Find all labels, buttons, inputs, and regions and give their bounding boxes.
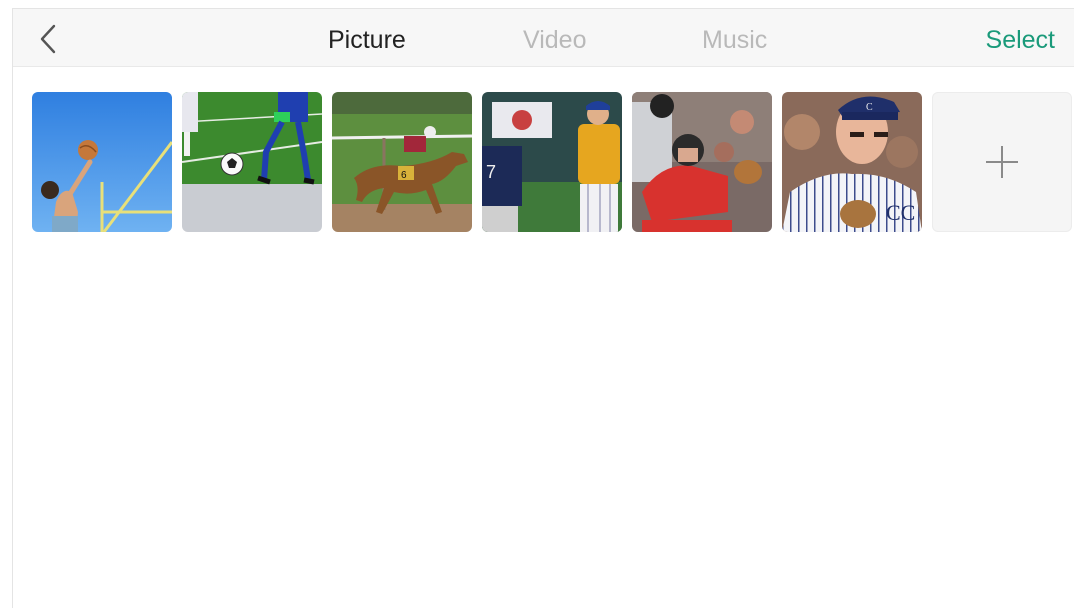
svg-text:6: 6	[401, 170, 407, 181]
svg-text:CC: CC	[886, 200, 915, 225]
thumbnail-grid: 6 7 C CC	[32, 92, 1072, 232]
thumbnail-soccer-players[interactable]	[182, 92, 322, 232]
thumbnail-baseball-player-portrait[interactable]: C CC	[782, 92, 922, 232]
volleyball-image	[32, 92, 172, 232]
svg-text:7: 7	[486, 162, 496, 182]
thumbnail-softball-catcher[interactable]	[632, 92, 772, 232]
top-bar: Picture Video Music Select	[13, 9, 1074, 67]
tab-video[interactable]: Video	[523, 26, 587, 54]
add-media-button[interactable]	[932, 92, 1072, 232]
thumbnail-horse-race[interactable]: 6	[332, 92, 472, 232]
tab-music[interactable]: Music	[702, 26, 767, 54]
plus-icon	[986, 146, 1018, 178]
thumbnail-baseball-batter[interactable]: 7	[482, 92, 622, 232]
thumbnail-volleyball-player[interactable]	[32, 92, 172, 232]
softball-catcher-image	[632, 92, 772, 232]
back-button[interactable]	[33, 22, 63, 56]
baseball-batter-image: 7	[482, 92, 622, 232]
baseball-portrait-image: C CC	[782, 92, 922, 232]
tab-picture[interactable]: Picture	[328, 26, 406, 54]
soccer-image	[182, 92, 322, 232]
horse-race-image: 6	[332, 92, 472, 232]
media-picker: Picture Video Music Select 6 7 C CC	[12, 8, 1074, 608]
chevron-left-icon	[40, 24, 56, 54]
select-button[interactable]: Select	[986, 26, 1055, 54]
svg-text:C: C	[866, 102, 873, 113]
